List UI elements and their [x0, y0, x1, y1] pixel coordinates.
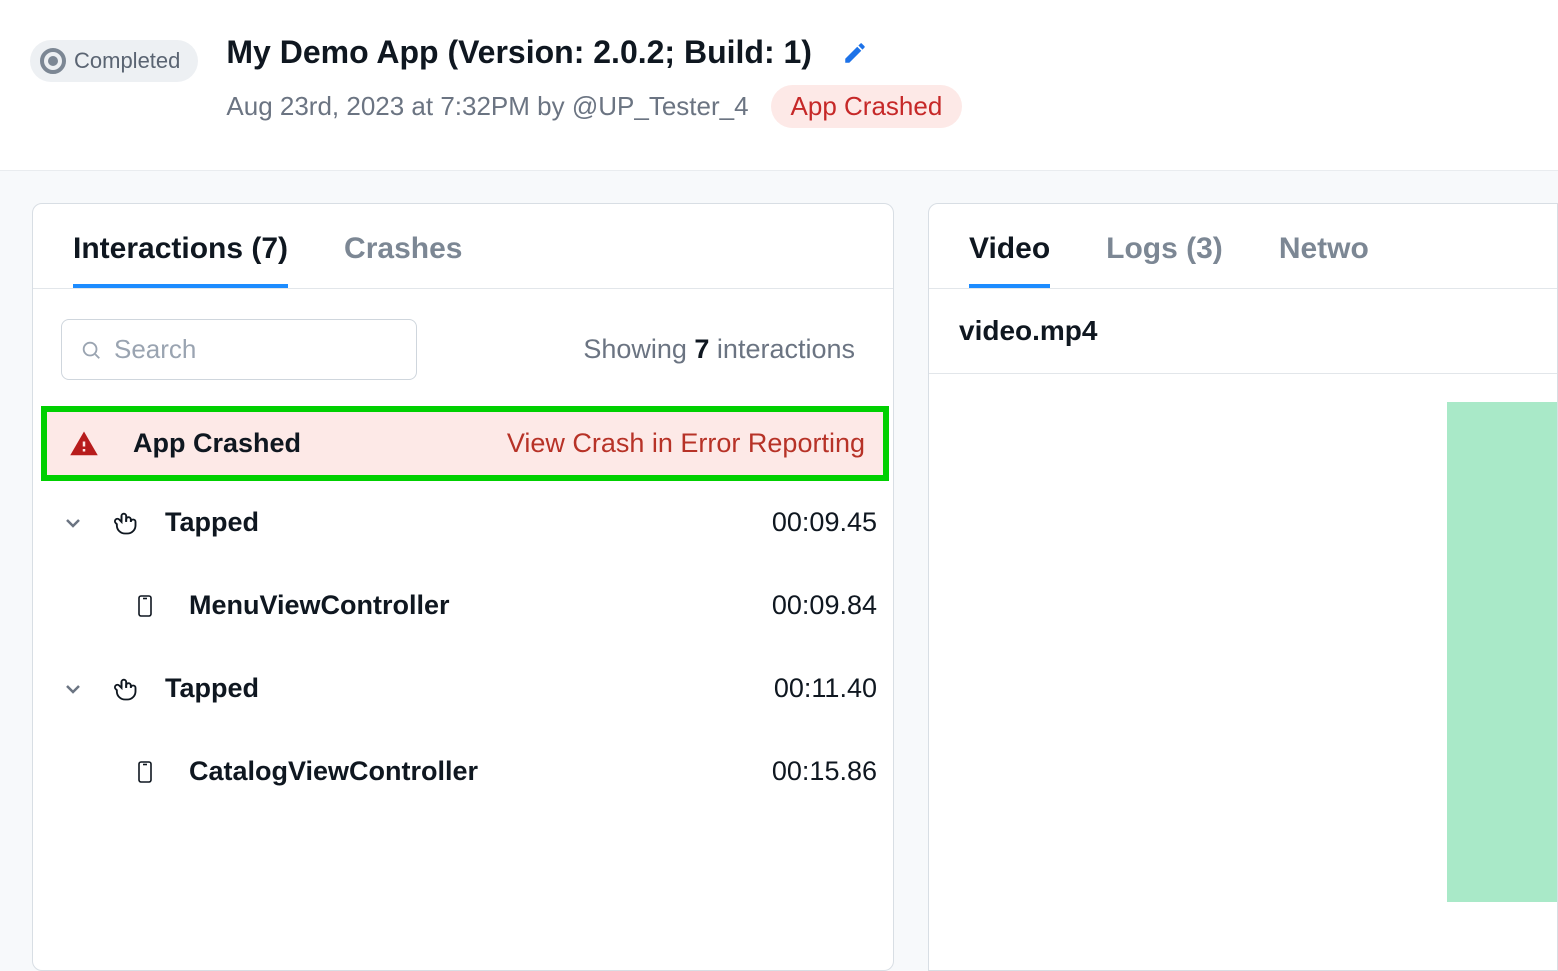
- tab-logs[interactable]: Logs (3): [1106, 232, 1223, 288]
- status-text: Completed: [74, 48, 180, 74]
- left-tabs: Interactions (7) Crashes: [33, 204, 893, 289]
- tab-interactions[interactable]: Interactions (7): [73, 232, 288, 288]
- crash-row[interactable]: App Crashed View Crash in Error Reportin…: [41, 406, 889, 481]
- crash-row-link[interactable]: View Crash in Error Reporting: [507, 428, 865, 459]
- device-icon: [133, 757, 157, 787]
- tap-icon: [111, 675, 139, 703]
- left-column: Interactions (7) Crashes Showing 7 inter…: [0, 171, 894, 971]
- right-tabs: Video Logs (3) Netwo: [929, 204, 1557, 289]
- interaction-row[interactable]: Tapped 00:09.45: [33, 481, 893, 564]
- status-radio-icon: [40, 48, 66, 74]
- interaction-row[interactable]: Tapped 00:11.40: [33, 647, 893, 730]
- file-name: video.mp4: [959, 315, 1097, 346]
- interaction-time: 00:09.84: [772, 590, 877, 621]
- chevron-down-icon[interactable]: [61, 677, 85, 701]
- media-panel: Video Logs (3) Netwo video.mp4: [928, 203, 1558, 971]
- warning-icon: [69, 429, 99, 459]
- page-title: My Demo App (Version: 2.0.2; Build: 1): [226, 34, 812, 71]
- interaction-label: CatalogViewController: [189, 756, 478, 787]
- file-row: video.mp4: [929, 289, 1557, 374]
- tap-icon: [111, 509, 139, 537]
- interaction-label: Tapped: [165, 507, 259, 538]
- video-frame-slice: [1447, 402, 1557, 902]
- interaction-time: 00:11.40: [774, 673, 877, 704]
- page-header: Completed My Demo App (Version: 2.0.2; B…: [0, 0, 1558, 171]
- interaction-row[interactable]: CatalogViewController 00:15.86: [33, 730, 893, 813]
- tab-network[interactable]: Netwo: [1279, 232, 1369, 288]
- search-row: Showing 7 interactions: [33, 289, 893, 406]
- header-main: My Demo App (Version: 2.0.2; Build: 1) A…: [226, 34, 1528, 128]
- interaction-time: 00:09.45: [772, 507, 877, 538]
- interaction-rows: App Crashed View Crash in Error Reportin…: [33, 406, 893, 970]
- showing-count: Showing 7 interactions: [583, 334, 855, 365]
- body: Interactions (7) Crashes Showing 7 inter…: [0, 171, 1558, 971]
- chevron-down-icon[interactable]: [61, 511, 85, 535]
- video-area[interactable]: [929, 374, 1557, 971]
- interaction-label: Tapped: [165, 673, 259, 704]
- crash-badge: App Crashed: [771, 85, 963, 128]
- status-pill: Completed: [30, 40, 198, 82]
- search-icon: [80, 339, 102, 361]
- interaction-label: MenuViewController: [189, 590, 450, 621]
- interaction-time: 00:15.86: [772, 756, 877, 787]
- edit-icon[interactable]: [842, 40, 868, 66]
- search-input[interactable]: [114, 334, 398, 365]
- tab-crashes[interactable]: Crashes: [344, 232, 462, 288]
- crash-row-title: App Crashed: [133, 428, 301, 459]
- right-column: Video Logs (3) Netwo video.mp4: [894, 171, 1558, 971]
- interactions-panel: Interactions (7) Crashes Showing 7 inter…: [32, 203, 894, 971]
- search-box[interactable]: [61, 319, 417, 380]
- interaction-row[interactable]: MenuViewController 00:09.84: [33, 564, 893, 647]
- tab-video[interactable]: Video: [969, 232, 1050, 288]
- meta-text: Aug 23rd, 2023 at 7:32PM by @UP_Tester_4: [226, 91, 748, 122]
- device-icon: [133, 591, 157, 621]
